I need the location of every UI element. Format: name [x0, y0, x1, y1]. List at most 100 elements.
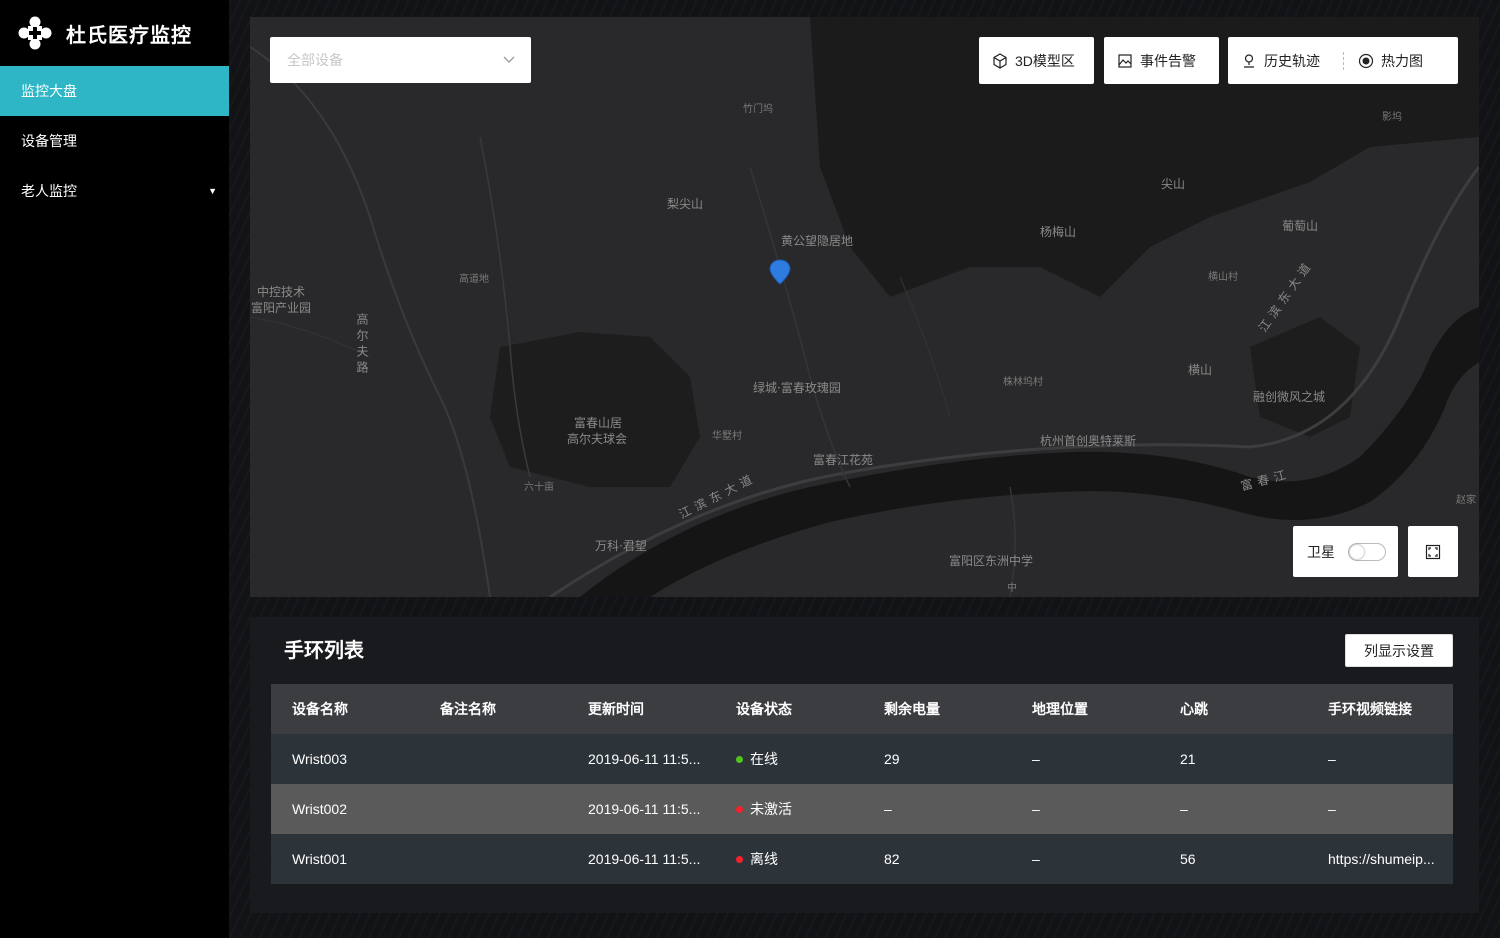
device-table: 设备名称 备注名称 更新时间 设备状态 剩余电量 地理位置 心跳 手环视频链接 … — [271, 684, 1453, 884]
table-row[interactable]: Wrist001 2019-06-11 11:5... 离线 82 – 56 h… — [271, 834, 1453, 884]
sidebar-item-dashboard[interactable]: 监控大盘 — [0, 66, 229, 116]
sidebar-item-label: 老人监控 — [21, 183, 77, 199]
device-location-marker[interactable] — [769, 259, 791, 285]
panel-title: 手环列表 — [284, 640, 364, 662]
column-settings-button[interactable]: 列显示设置 — [1345, 634, 1453, 667]
map-label: 高尔夫球会 — [567, 432, 628, 446]
sidebar-item-device-management[interactable]: 设备管理 — [0, 116, 229, 166]
map-label: 富阳产业园 — [251, 301, 312, 315]
caret-down-icon: ▼ — [208, 186, 217, 196]
battery-cell: 82 — [863, 834, 1011, 884]
heatmap-icon — [1358, 53, 1374, 68]
satellite-label: 卫星 — [1307, 543, 1335, 560]
chevron-down-icon — [503, 56, 515, 63]
event-alarm-button-label: 事件告警 — [1140, 52, 1196, 69]
event-alarm-button[interactable]: 事件告警 — [1104, 37, 1219, 84]
toggle-knob — [1350, 544, 1364, 559]
map-label: 梨尖山 — [667, 197, 704, 211]
map-label: 富阳区东洲中学 — [949, 554, 1034, 568]
column-header[interactable]: 设备状态 — [715, 684, 863, 734]
map-label: 绿城·富春玫瑰园 — [753, 381, 841, 395]
map-label: 杭州首创奥特莱斯 — [1040, 434, 1137, 448]
device-select-placeholder: 全部设备 — [287, 52, 343, 68]
remark-cell — [419, 734, 567, 784]
sidebar: 杜氏医疗监控 监控大盘 设备管理 老人监控 ▼ — [0, 0, 229, 938]
map-label: 赵家 — [1456, 495, 1476, 506]
fullscreen-button[interactable] — [1408, 526, 1458, 577]
device-name-cell: Wrist001 — [271, 834, 419, 884]
status-text: 离线 — [750, 851, 778, 867]
map-label: 尖山 — [1161, 177, 1186, 191]
map-label: 高尔夫路 — [355, 313, 369, 377]
history-track-button[interactable]: 历史轨迹 — [1228, 37, 1343, 84]
map-view[interactable]: 竹门坞 梨尖山 黄公望隐居地 尖山 杨梅山 葡萄山 影坞 横山村 中控技术 富阳… — [250, 17, 1479, 597]
map-label: 影坞 — [1382, 112, 1402, 123]
heartbeat-cell: – — [1159, 784, 1307, 834]
sidebar-item-elderly-monitor[interactable]: 老人监控 ▼ — [0, 166, 229, 216]
app-title: 杜氏医疗监控 — [66, 24, 192, 47]
column-header[interactable]: 设备名称 — [271, 684, 419, 734]
remark-cell — [419, 784, 567, 834]
location-cell: – — [1011, 734, 1159, 784]
map-label: 中控技术 — [257, 285, 306, 299]
3d-model-button[interactable]: 3D模型区 — [979, 37, 1094, 84]
history-track-button-label: 历史轨迹 — [1264, 52, 1320, 69]
remark-cell — [419, 834, 567, 884]
status-text: 未激活 — [750, 801, 792, 817]
status-cell: 在线 — [715, 734, 863, 784]
map-label: 高道地 — [459, 274, 489, 285]
status-cell: 离线 — [715, 834, 863, 884]
map-background — [250, 17, 1479, 597]
satellite-toggle[interactable] — [1348, 542, 1386, 561]
status-cell: 未激活 — [715, 784, 863, 834]
medical-cross-logo-icon — [18, 16, 52, 50]
heartbeat-cell: 56 — [1159, 834, 1307, 884]
3d-model-button-label: 3D模型区 — [1015, 52, 1075, 69]
table-header-row: 设备名称 备注名称 更新时间 设备状态 剩余电量 地理位置 心跳 手环视频链接 — [271, 684, 1453, 734]
column-header[interactable]: 更新时间 — [567, 684, 715, 734]
column-header[interactable]: 心跳 — [1159, 684, 1307, 734]
wristband-list-panel: 手环列表 列显示设置 设备名称 备注名称 更新时间 设备状态 剩余电量 地理位置… — [250, 617, 1479, 913]
table-row[interactable]: Wrist002 2019-06-11 11:5... 未激活 – – – – — [271, 784, 1453, 834]
map-label: 株林坞村 — [1003, 377, 1043, 388]
device-name-cell: Wrist003 — [271, 734, 419, 784]
video-link-cell: – — [1307, 734, 1453, 784]
update-time-cell: 2019-06-11 11:5... — [567, 834, 715, 884]
battery-cell: – — [863, 784, 1011, 834]
column-header[interactable]: 剩余电量 — [863, 684, 1011, 734]
status-text: 在线 — [750, 751, 778, 767]
map-label: 横山 — [1188, 363, 1213, 377]
heartbeat-cell: 21 — [1159, 734, 1307, 784]
location-cell: – — [1011, 834, 1159, 884]
column-header[interactable]: 备注名称 — [419, 684, 567, 734]
cube-icon — [993, 52, 1007, 69]
location-pin-icon — [1244, 53, 1254, 68]
location-cell: – — [1011, 784, 1159, 834]
main-content: 竹门坞 梨尖山 黄公望隐居地 尖山 杨梅山 葡萄山 影坞 横山村 中控技术 富阳… — [229, 0, 1500, 938]
map-label: 融创微风之城 — [1253, 390, 1326, 404]
video-link-cell[interactable]: https://shumeip... — [1307, 834, 1453, 884]
map-label: 万科·君望 — [595, 539, 647, 553]
fullscreen-icon — [1425, 544, 1441, 559]
map-label: 横山村 — [1208, 272, 1238, 283]
map-label: 中 — [1007, 583, 1017, 594]
map-layer-button-group: 历史轨迹 热力图 — [1228, 37, 1458, 84]
video-link-cell: – — [1307, 784, 1453, 834]
map-label: 六十亩 — [524, 482, 554, 493]
update-time-cell: 2019-06-11 11:5... — [567, 784, 715, 834]
picture-alert-icon — [1118, 53, 1132, 68]
column-header[interactable]: 地理位置 — [1011, 684, 1159, 734]
map-label: 富春山居 — [574, 416, 623, 430]
map-label: 黄公望隐居地 — [781, 234, 854, 248]
status-dot — [736, 855, 743, 863]
table-row[interactable]: Wrist003 2019-06-11 11:5... 在线 29 – 21 – — [271, 734, 1453, 784]
device-name-cell: Wrist002 — [271, 784, 419, 834]
device-select[interactable]: 全部设备 — [270, 37, 531, 83]
column-header[interactable]: 手环视频链接 — [1307, 684, 1453, 734]
heatmap-button[interactable]: 热力图 — [1344, 37, 1423, 84]
app-logo: 杜氏医疗监控 — [0, 0, 229, 66]
sidebar-item-label: 监控大盘 — [21, 83, 77, 99]
sidebar-item-label: 设备管理 — [21, 133, 77, 149]
status-dot — [736, 805, 743, 813]
map-label: 葡萄山 — [1282, 219, 1319, 233]
